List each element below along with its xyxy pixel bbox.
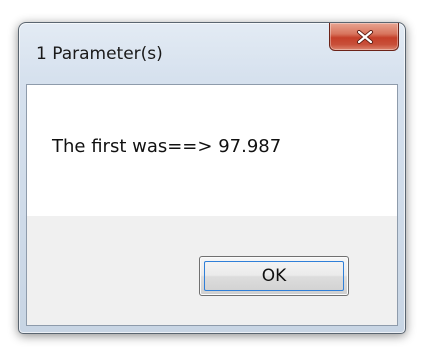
window-title: 1 Parameter(s) <box>36 44 163 64</box>
dialog-client-area: The first was==> 97.987 OK <box>26 84 398 326</box>
ok-button-label: OK <box>261 266 287 286</box>
close-button[interactable] <box>329 23 399 51</box>
ok-button[interactable]: OK <box>199 256 349 296</box>
button-footer: OK <box>27 216 397 325</box>
close-icon <box>357 30 373 44</box>
dialog-window: 1 Parameter(s) The first was==> 97.987 O… <box>18 22 406 334</box>
message-text: The first was==> 97.987 <box>52 136 282 157</box>
